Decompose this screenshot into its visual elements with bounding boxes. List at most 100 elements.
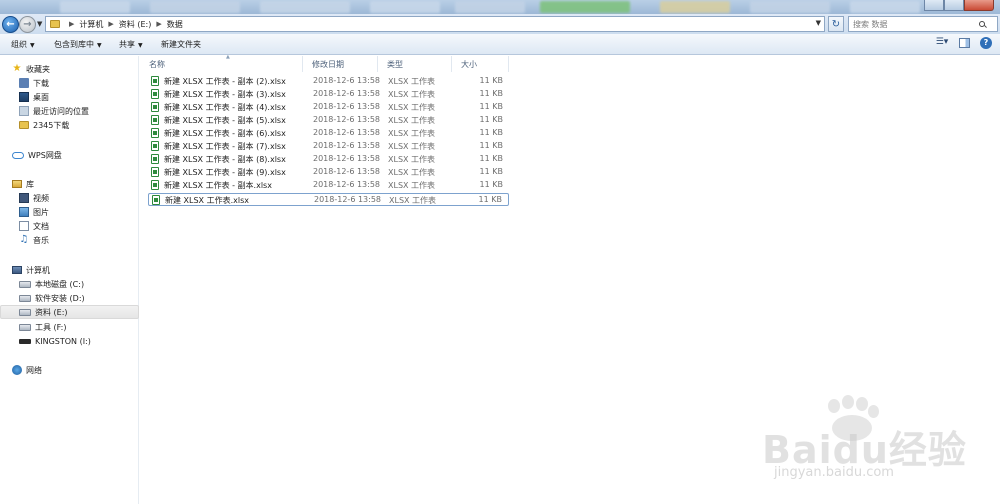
- nav-item-desktop[interactable]: 桌面: [19, 90, 49, 104]
- nav-item-2345-downloads[interactable]: 2345下载: [19, 118, 69, 132]
- include-in-library-button[interactable]: 包含到库中 ▼: [54, 39, 102, 50]
- maximize-button[interactable]: [944, 0, 964, 11]
- nav-item-downloads[interactable]: 下载: [19, 76, 49, 90]
- file-row[interactable]: 新建 XLSX 工作表 - 副本.xlsx 2018-12-6 13:58 XLSX…: [148, 179, 509, 192]
- breadcrumb-separator-icon[interactable]: ▶: [156, 20, 161, 28]
- breadcrumb-drive-e[interactable]: 资料 (E:): [119, 19, 152, 30]
- command-bar: 组织 ▼ 包含到库中 ▼ 共享 ▼ 新建文件夹 ☰▾ ?: [0, 34, 1000, 55]
- nav-item-label: KINGSTON (I:): [35, 336, 91, 346]
- nav-item-drive-f[interactable]: 工具 (F:): [19, 320, 66, 334]
- breadcrumb-separator-icon[interactable]: ▶: [69, 20, 74, 28]
- network-icon: [12, 365, 22, 375]
- nav-wps-cloud[interactable]: WPS网盘: [12, 148, 62, 162]
- organize-button[interactable]: 组织 ▼: [11, 39, 35, 50]
- back-button[interactable]: ←: [2, 16, 19, 33]
- nav-item-pictures[interactable]: 图片: [19, 205, 49, 219]
- share-button[interactable]: 共享 ▼: [119, 39, 143, 50]
- paw-toe-icon: [828, 399, 840, 413]
- chevron-down-icon: ▼: [138, 42, 143, 49]
- search-icon[interactable]: [979, 21, 985, 27]
- file-date: 2018-12-6 13:58: [313, 89, 380, 98]
- view-options-icon[interactable]: ☰▾: [935, 37, 949, 49]
- nav-item-videos[interactable]: 视频: [19, 191, 49, 205]
- refresh-button[interactable]: ↻: [828, 16, 844, 32]
- nav-item-drive-i[interactable]: KINGSTON (I:): [19, 334, 91, 348]
- file-size: 11 KB: [479, 76, 503, 85]
- minimize-button[interactable]: [924, 0, 944, 11]
- computer-icon: [12, 266, 22, 274]
- file-type: XLSX 工作表: [388, 129, 436, 138]
- address-dropdown-icon[interactable]: ▼: [816, 19, 821, 27]
- file-size: 11 KB: [479, 128, 503, 137]
- baidu-watermark: Baidu经验 jingyan.baidu.com: [762, 395, 992, 495]
- sort-caret-icon: ▲: [226, 54, 230, 60]
- file-date: 2018-12-6 13:58: [313, 76, 380, 85]
- file-date: 2018-12-6 13:58: [313, 128, 380, 137]
- nav-item-drive-e[interactable]: 资料 (E:): [0, 305, 139, 319]
- file-type: XLSX 工作表: [388, 116, 436, 125]
- nav-item-label: 视频: [33, 193, 49, 203]
- file-row[interactable]: 新建 XLSX 工作表.xlsx 2018-12-6 13:58 XLSX 工作表 1…: [148, 193, 509, 206]
- file-name: 新建 XLSX 工作表 - 副本 (2).xlsx: [164, 77, 286, 86]
- forward-button[interactable]: →: [19, 16, 36, 33]
- help-icon[interactable]: ?: [980, 37, 992, 49]
- file-row[interactable]: 新建 XLSX 工作表 - 副本 (4).xlsx 2018-12-6 13:58…: [148, 101, 509, 114]
- column-header-name[interactable]: 名称 ▲: [140, 54, 303, 72]
- address-field[interactable]: ▶ 计算机 ▶ 资料 (E:) ▶ 数据 ▼: [45, 16, 825, 32]
- nav-wps-label: WPS网盘: [28, 150, 62, 160]
- xlsx-file-icon: [151, 115, 159, 125]
- document-library-icon: [19, 221, 29, 231]
- breadcrumb-separator-icon[interactable]: ▶: [108, 20, 113, 28]
- usb-drive-icon: [19, 338, 31, 344]
- xlsx-file-icon: [151, 167, 159, 177]
- file-date: 2018-12-6 13:58: [314, 195, 381, 204]
- nav-favorites[interactable]: ★ 收藏夹: [12, 62, 50, 76]
- nav-item-drive-d[interactable]: 软件安装 (D:): [19, 291, 85, 305]
- folder-icon: [50, 20, 60, 28]
- history-dropdown-icon[interactable]: ▼: [37, 20, 42, 28]
- breadcrumb-data[interactable]: 数据: [167, 19, 183, 30]
- file-type: XLSX 工作表: [388, 168, 436, 177]
- file-row[interactable]: 新建 XLSX 工作表 - 副本 (2).xlsx 2018-12-6 13:58…: [148, 75, 509, 88]
- file-row[interactable]: 新建 XLSX 工作表 - 副本 (3).xlsx 2018-12-6 13:58…: [148, 88, 509, 101]
- file-name: 新建 XLSX 工作表.xlsx: [165, 196, 249, 205]
- nav-computer-label: 计算机: [26, 265, 50, 275]
- file-size: 11 KB: [479, 167, 503, 176]
- chevron-down-icon: ▼: [30, 42, 35, 49]
- chevron-down-icon: ▼: [97, 42, 102, 49]
- file-row[interactable]: 新建 XLSX 工作表 - 副本 (9).xlsx 2018-12-6 13:58…: [148, 166, 509, 179]
- file-type: XLSX 工作表: [388, 142, 436, 151]
- nav-item-recent[interactable]: 最近访问的位置: [19, 104, 89, 118]
- file-row[interactable]: 新建 XLSX 工作表 - 副本 (8).xlsx 2018-12-6 13:58…: [148, 153, 509, 166]
- music-library-icon: ♫: [19, 234, 29, 245]
- organize-label: 组织: [11, 40, 27, 49]
- file-date: 2018-12-6 13:58: [313, 115, 380, 124]
- nav-computer[interactable]: 计算机: [12, 263, 50, 277]
- file-name: 新建 XLSX 工作表 - 副本 (6).xlsx: [164, 129, 286, 138]
- file-row[interactable]: 新建 XLSX 工作表 - 副本 (7).xlsx 2018-12-6 13:58…: [148, 140, 509, 153]
- paw-toe-icon: [856, 397, 868, 411]
- close-button[interactable]: [964, 0, 994, 11]
- file-row[interactable]: 新建 XLSX 工作表 - 副本 (6).xlsx 2018-12-6 13:58…: [148, 127, 509, 140]
- new-folder-button[interactable]: 新建文件夹: [161, 39, 201, 50]
- column-header-type[interactable]: 类型: [378, 56, 452, 72]
- column-header-date[interactable]: 修改日期: [303, 56, 378, 72]
- nav-item-music[interactable]: ♫ 音乐: [19, 233, 49, 247]
- file-row[interactable]: 新建 XLSX 工作表 - 副本 (5).xlsx 2018-12-6 13:58…: [148, 114, 509, 127]
- file-date: 2018-12-6 13:58: [313, 141, 380, 150]
- nav-item-documents[interactable]: 文档: [19, 219, 49, 233]
- paw-toe-icon: [842, 395, 854, 409]
- nav-item-label: 下载: [33, 78, 49, 88]
- nav-libraries-label: 库: [26, 179, 34, 189]
- nav-network[interactable]: 网络: [12, 363, 42, 377]
- breadcrumb-computer[interactable]: 计算机: [79, 19, 103, 30]
- address-bar-row: ← → ▼ ▶ 计算机 ▶ 资料 (E:) ▶ 数据 ▼ ↻ 搜索 数据: [0, 14, 1000, 34]
- xlsx-file-icon: [151, 141, 159, 151]
- nav-libraries[interactable]: 库: [12, 177, 34, 191]
- file-size: 11 KB: [479, 115, 503, 124]
- preview-pane-icon[interactable]: [959, 38, 970, 48]
- search-input[interactable]: 搜索 数据: [848, 16, 998, 32]
- nav-item-label: 本地磁盘 (C:): [35, 279, 85, 289]
- column-header-size[interactable]: 大小: [452, 56, 509, 72]
- nav-item-drive-c[interactable]: 本地磁盘 (C:): [19, 277, 84, 291]
